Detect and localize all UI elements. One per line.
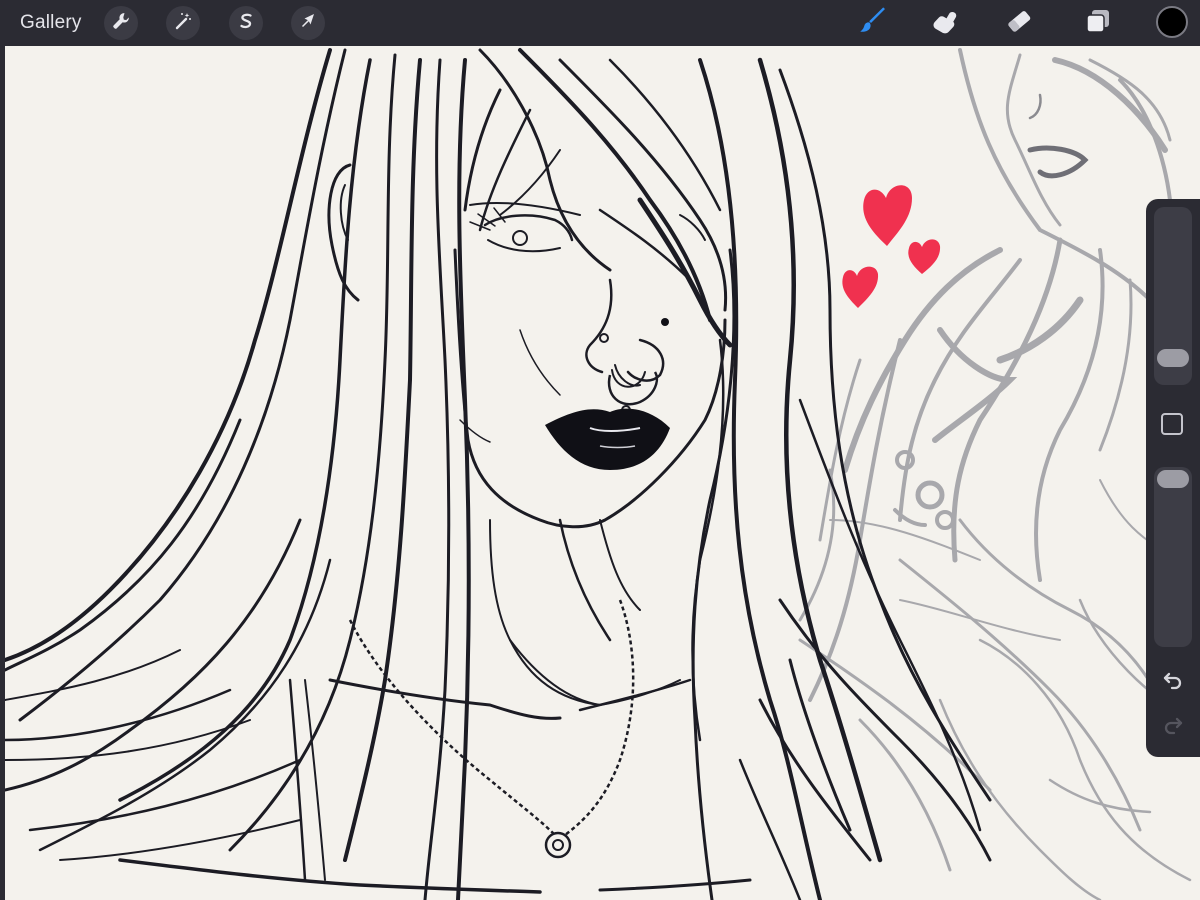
drawing-canvas[interactable]: [5, 46, 1200, 900]
eraser-icon: [1004, 6, 1034, 41]
brush-tool-button[interactable]: [854, 4, 892, 42]
brush-size-slider[interactable]: [1154, 207, 1192, 385]
transform-button[interactable]: [291, 6, 325, 40]
modify-button[interactable]: [1161, 413, 1183, 435]
wrench-icon: [111, 11, 131, 36]
undo-button[interactable]: [1159, 669, 1187, 697]
adjustments-button[interactable]: [166, 6, 200, 40]
smudge-tool-button[interactable]: [926, 4, 964, 42]
canvas-frame: [0, 46, 5, 900]
opacity-slider[interactable]: [1154, 467, 1192, 647]
brush-icon: [857, 5, 889, 42]
smudge-finger-icon: [930, 6, 960, 41]
actions-button[interactable]: [104, 6, 138, 40]
layers-button[interactable]: [1079, 4, 1117, 42]
arrow-cursor-icon: [298, 11, 318, 36]
current-color-swatch[interactable]: [1156, 6, 1188, 38]
eraser-tool-button[interactable]: [1000, 4, 1038, 42]
opacity-handle[interactable]: [1157, 470, 1189, 488]
selection-s-icon: [236, 11, 256, 36]
gallery-button[interactable]: Gallery: [20, 12, 82, 34]
redo-arrow-icon: [1161, 714, 1185, 743]
top-toolbar: Gallery: [0, 0, 1200, 46]
redo-button[interactable]: [1159, 714, 1187, 742]
undo-arrow-icon: [1161, 669, 1185, 698]
magic-wand-icon: [173, 11, 193, 36]
side-controls: [1146, 199, 1200, 757]
selection-button[interactable]: [229, 6, 263, 40]
canvas-artwork: [5, 46, 1200, 900]
brush-size-handle[interactable]: [1157, 348, 1189, 367]
layers-icon: [1084, 7, 1112, 40]
